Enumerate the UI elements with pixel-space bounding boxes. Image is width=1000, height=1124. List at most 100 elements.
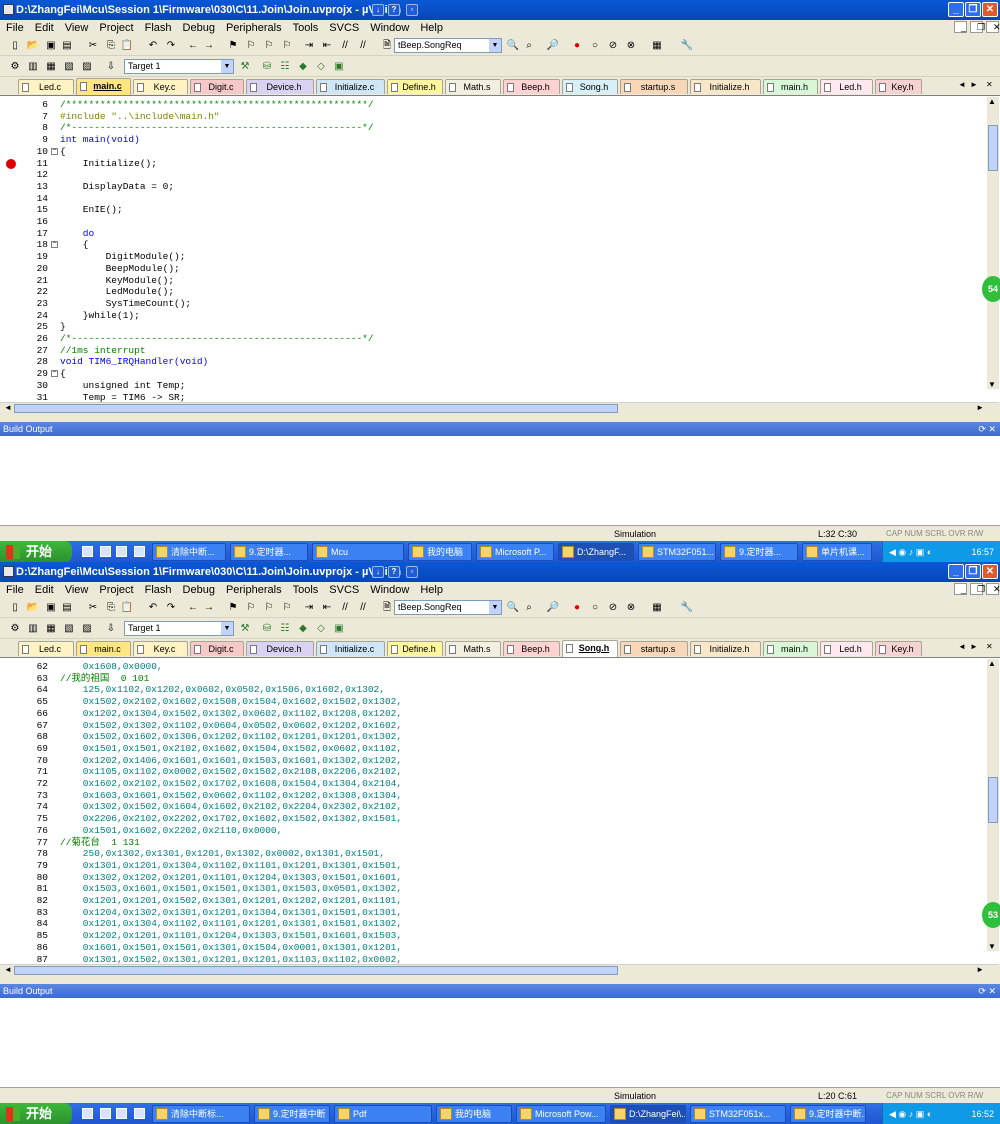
mdi-restore-icon[interactable]: ❐ [970,21,985,33]
tab-initialize-h[interactable]: Initialize.h [690,641,761,656]
tab-led-c[interactable]: Led.c [18,79,74,94]
mdi-close-icon[interactable]: ✕ [986,21,1000,33]
maximize-icon[interactable]: ❐ [965,2,981,17]
save-all-icon[interactable]: ▤ [60,39,74,53]
new-file-icon[interactable]: ▯ [8,39,22,53]
maximize-icon[interactable]: ❐ [965,564,981,579]
editor-horizontal-scrollbar[interactable]: ◄ ► [0,402,998,414]
scroll-thumb[interactable] [14,966,618,975]
target-options-icon[interactable]: ⚒ [238,622,252,636]
breakpoint-icon[interactable] [6,158,16,169]
tab-song-h[interactable]: Song.h [562,79,618,94]
bookmark-next-icon[interactable]: ⚐ [262,39,276,53]
bookmark-next-icon[interactable]: ⚐ [262,601,276,615]
taskbar-item[interactable]: 我的电脑 [436,1105,512,1123]
tabs-scroll-left-icon[interactable]: ◄ [958,642,966,651]
select-device-icon[interactable]: ◆ [296,60,310,74]
tab-key-c[interactable]: Key.c [133,79,188,94]
stop-build-icon[interactable]: ▨ [80,60,94,74]
redo-icon[interactable]: ↷ [164,601,178,615]
find-in-files-icon[interactable]: 🗎 [380,39,394,53]
menu-item-view[interactable]: View [59,582,94,598]
close-icon[interactable]: ✕ [982,2,998,17]
tab-digit-c[interactable]: Digit.c [190,641,244,656]
tab-led-h[interactable]: Led.h [820,641,873,656]
save-icon[interactable]: ▣ [44,39,58,53]
bookmark-clear-icon[interactable]: ⚐ [280,39,294,53]
taskbar-item[interactable]: STM32F051... [638,543,716,561]
menu-item-edit[interactable]: Edit [29,20,59,36]
scroll-thumb[interactable] [988,777,998,823]
menu-item-project[interactable]: Project [93,20,138,36]
mdi-restore-icon[interactable]: ❐ [970,583,985,595]
bookmark-icon[interactable]: ⚑ [226,601,240,615]
tab-main-c[interactable]: main.c [76,641,131,656]
tab-led-c[interactable]: Led.c [18,641,74,656]
title-restore-icon[interactable]: ▫ [406,566,418,578]
cut-icon[interactable]: ✂ [86,39,100,53]
taskbar-item[interactable]: 单片机课... [802,543,872,561]
menu-item-file[interactable]: File [0,582,29,598]
tab-beep-h[interactable]: Beep.h [503,79,560,94]
editor-vertical-scrollbar[interactable]: ▲ ▼ [987,97,999,389]
copy-icon[interactable]: ⎘ [104,601,118,615]
quick-launch-ie-icon[interactable] [116,546,127,557]
panel-close-icon[interactable]: ⟳ ✕ [978,422,996,436]
build-icon[interactable]: ▥ [26,622,40,636]
bookmark-prev-icon[interactable]: ⚐ [244,39,258,53]
menu-item-edit[interactable]: Edit [29,582,59,598]
batch-build-icon[interactable]: ▧ [62,622,76,636]
paste-icon[interactable]: 📋 [120,39,134,53]
quick-launch-desktop-icon[interactable] [134,546,145,557]
pack-installer-icon[interactable]: ◇ [314,60,328,74]
minimize-icon[interactable]: _ [948,2,964,17]
tabs-scroll-left-icon[interactable]: ◄ [958,80,966,89]
menu-item-window[interactable]: Window [364,582,414,598]
start-button[interactable]: 开始 [0,541,72,562]
taskbar-item[interactable]: Microsoft P... [476,543,554,561]
menu-item-peripherals[interactable]: Peripherals [220,20,287,36]
tab-key-c[interactable]: Key.c [133,641,188,656]
find-icon[interactable]: 🔍 [506,601,520,615]
title-help-icon[interactable]: ? [388,566,400,578]
build-output-area[interactable] [0,998,1000,1088]
tabs-scroll-right-icon[interactable]: ► [970,642,978,651]
bookmark-clear-icon[interactable]: ⚐ [280,601,294,615]
taskbar-item[interactable]: STM32F051x... [690,1105,786,1123]
uncomment-icon[interactable]: // [356,39,370,53]
tab-startup-s[interactable]: startup.s [620,79,688,94]
scroll-right-icon[interactable]: ► [976,965,984,974]
tab-device-h[interactable]: Device.h [246,641,314,656]
menu-item-peripherals[interactable]: Peripherals [220,582,287,598]
quick-launch-excel-icon[interactable] [82,1108,93,1119]
find-combo[interactable]: tBeep.SongReq ▼ [394,600,502,615]
taskbar-item[interactable]: 9.定时器... [230,543,308,561]
breakpoint-kill-all-icon[interactable]: ⊗ [624,601,638,615]
tab-key-h[interactable]: Key.h [875,641,922,656]
tab-digit-c[interactable]: Digit.c [190,79,244,94]
quick-launch-excel-icon[interactable] [82,546,93,557]
taskbar-item[interactable]: 清除中断标... [152,1105,250,1123]
window-select-icon[interactable]: ▦ [650,601,664,615]
unindent-icon[interactable]: ⇤ [320,39,334,53]
tab-beep-h[interactable]: Beep.h [503,641,560,656]
title-dropdown-arrow-icon[interactable]: ↓ [372,4,384,16]
comment-icon[interactable]: // [338,601,352,615]
tray-icons[interactable]: ◀ ◉ ♪ ▣ ◐ [889,1109,932,1119]
unindent-icon[interactable]: ⇤ [320,601,334,615]
taskbar-item[interactable]: 我的电脑 [408,543,472,561]
cut-icon[interactable]: ✂ [86,601,100,615]
nav-back-icon[interactable]: ← [186,601,200,615]
menu-item-tools[interactable]: Tools [287,20,324,36]
panel-close-icon[interactable]: ⟳ ✕ [978,984,996,998]
code-editor[interactable]: 62 0x1608,0x0000, 63//我的祖国 0 101 64 125,0x… [0,657,1000,964]
chevron-down-icon[interactable]: ▼ [221,60,233,73]
comment-icon[interactable]: // [338,39,352,53]
mdi-minimize-icon[interactable]: _ [954,21,967,33]
title-restore-icon[interactable]: ▫ [406,4,418,16]
quick-launch-doc-icon[interactable] [100,1108,111,1119]
taskbar-item[interactable]: Microsoft Pow... [516,1105,606,1123]
paste-icon[interactable]: 📋 [120,601,134,615]
title-help-icon[interactable]: ? [388,4,400,16]
chevron-down-icon[interactable]: ▼ [221,622,233,635]
